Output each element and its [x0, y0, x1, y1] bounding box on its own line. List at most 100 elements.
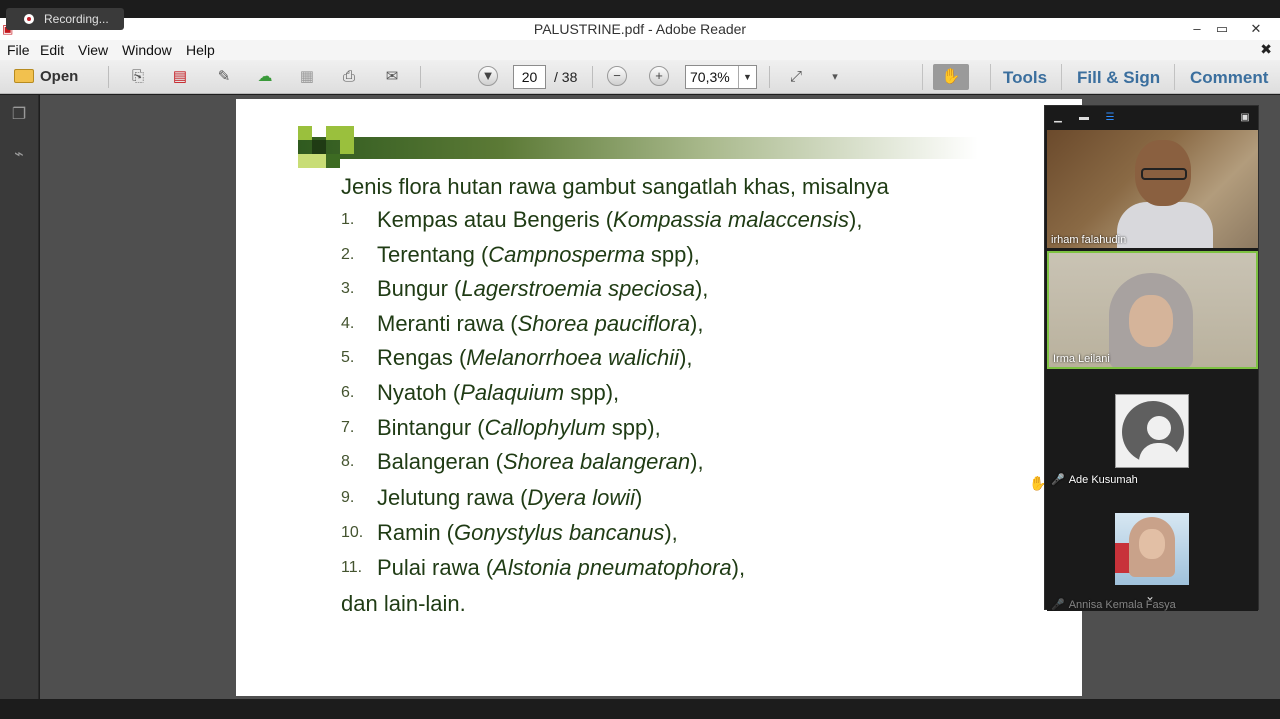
common-name: Ramin ( [377, 520, 455, 545]
export-pdf-icon[interactable]: ▤ [168, 66, 192, 88]
list-item-number: 5. [341, 349, 355, 366]
list-item-number: 6. [341, 384, 355, 401]
participant-name: irham falahudin [1051, 234, 1127, 246]
common-name: Kempas atau Bengeris ( [377, 207, 614, 232]
avatar-body [1139, 443, 1179, 465]
fill-sign-pane-button[interactable]: Fill & Sign [1077, 68, 1160, 88]
common-name: Rengas ( [377, 345, 467, 370]
menu-bar: File Edit View Window Help ✖ [0, 40, 1280, 60]
participant-tile[interactable]: 🎤 Ade Kusumah [1047, 372, 1258, 490]
page-thumbnails-icon[interactable]: ❐ [9, 105, 29, 125]
name-suffix: spp), [644, 242, 700, 267]
menu-window[interactable]: Window [122, 42, 172, 58]
attachments-icon[interactable]: ⌁ [9, 145, 29, 165]
toolbar-divider [1174, 64, 1175, 90]
common-name: Terentang ( [377, 242, 489, 267]
list-item-number: 9. [341, 489, 355, 506]
name-suffix: ) [635, 485, 643, 510]
participant-tile[interactable]: irham falahudin [1047, 130, 1258, 248]
upload-cloud-icon[interactable]: ☁ [253, 66, 277, 88]
chevron-down-icon[interactable]: ▼ [738, 66, 756, 88]
gallery-view-icon[interactable]: ☰ [1103, 112, 1117, 124]
participant-name: Ade Kusumah [1068, 474, 1138, 486]
list-item-text: Balangeran (Shorea balangeran), [377, 449, 704, 475]
recording-indicator[interactable]: Recording... [6, 8, 124, 30]
record-icon [24, 14, 34, 24]
minimize-button[interactable]: – [1183, 20, 1211, 38]
toolbar-divider [769, 66, 770, 88]
slide-lead-text: Jenis flora hutan rawa gambut sangatlah … [341, 174, 889, 199]
participant-label: 🎤 Annisa Kemala Fasya [1051, 598, 1176, 611]
list-item-number: 11. [341, 559, 363, 576]
default-avatar-icon [1115, 394, 1189, 468]
comment-pane-button[interactable]: Comment [1190, 68, 1268, 88]
name-suffix: ), [664, 520, 678, 545]
menu-file[interactable]: File [7, 42, 30, 58]
name-suffix: spp), [564, 380, 620, 405]
zoom-select[interactable]: 70,3% ▼ [685, 65, 757, 89]
common-name: Pulai rawa ( [377, 555, 494, 580]
toolbar-divider [592, 66, 593, 88]
minimize-video-icon[interactable]: ▁ [1051, 112, 1065, 124]
create-pdf-icon[interactable]: ⎘ [126, 66, 150, 88]
hand-tool-icon[interactable]: ✋ [933, 64, 969, 90]
page-number-input[interactable]: 20 [513, 65, 546, 89]
scientific-name: Kompassia malaccensis [613, 207, 850, 232]
restore-button[interactable]: ▭ [1208, 20, 1236, 38]
participant-label: 🎤 Ade Kusumah [1051, 473, 1138, 486]
tools-pane-button[interactable]: Tools [1003, 68, 1047, 88]
open-button[interactable]: Open [14, 66, 94, 88]
video-conference-panel: ▁ ▬ ☰ ▣ irham falahudin Irma Leilani 🎤 Ad… [1044, 105, 1259, 611]
name-suffix: ), [694, 276, 709, 301]
mic-muted-icon: 🎤 [1051, 474, 1065, 486]
common-name: Nyatoh ( [377, 380, 461, 405]
email-icon[interactable]: ✉ [380, 66, 404, 88]
window-title: PALUSTRINE.pdf - Adobe Reader [533, 21, 747, 37]
name-suffix: ), [690, 449, 704, 474]
mic-muted-icon: 🎤 [1051, 599, 1065, 611]
save-icon[interactable]: ▦ [295, 66, 319, 88]
zoom-out-icon[interactable]: − [607, 66, 627, 86]
name-suffix: ), [690, 311, 704, 336]
list-item-text: Terentang (Campnosperma spp), [377, 242, 700, 268]
single-view-icon[interactable]: ▬ [1077, 112, 1091, 124]
list-item-number: 7. [341, 419, 355, 436]
list-item-number: 8. [341, 453, 355, 470]
name-suffix: ), [849, 207, 863, 232]
menu-edit[interactable]: Edit [40, 42, 64, 58]
decor-square [326, 126, 354, 140]
scientific-name: Palaquium [460, 380, 565, 405]
chevron-down-icon[interactable]: ⌄ [1145, 589, 1155, 603]
list-item-number: 2. [341, 246, 355, 263]
participant-name: Irma Leilani [1053, 353, 1110, 365]
list-item-number: 3. [341, 280, 355, 297]
toolbar-divider [108, 66, 109, 88]
pdf-page: Jenis flora hutan rawa gambut sangatlah … [236, 99, 1082, 696]
toolbar-divider [990, 64, 991, 90]
participant-video [1129, 295, 1173, 347]
screen-top-bar [0, 0, 1280, 18]
menu-help[interactable]: Help [186, 42, 215, 58]
fit-page-icon[interactable]: ⤢ [784, 66, 808, 88]
common-name: Jelutung rawa ( [377, 485, 528, 510]
menu-view[interactable]: View [78, 42, 108, 58]
list-item-text: Pulai rawa (Alstonia pneumatophora), [377, 555, 745, 581]
list-item-text: Bungur (Lagerstroemia speciosa), [377, 276, 708, 302]
window-titlebar: ▣ PALUSTRINE.pdf - Adobe Reader – ▭ ✕ [0, 18, 1280, 40]
avatar-head [1147, 416, 1171, 440]
zoom-in-icon[interactable]: + [649, 66, 669, 86]
print-icon[interactable]: ⎙ [337, 66, 361, 88]
scientific-name: Gonystylus bancanus [454, 520, 665, 545]
scientific-name: Alstonia pneumatophora [493, 555, 732, 580]
next-page-icon[interactable]: ▼ [478, 66, 498, 86]
close-document-icon[interactable]: ✖ [1260, 41, 1272, 58]
customize-toolbar-icon[interactable]: ▾ [823, 66, 847, 88]
folder-icon [14, 69, 34, 83]
slide-header-band [298, 137, 978, 159]
scientific-name: Shorea pauciflora [517, 311, 691, 336]
toolbar-divider [420, 66, 421, 88]
edit-pdf-icon[interactable]: ✎ [212, 66, 236, 88]
participant-tile-active-speaker[interactable]: Irma Leilani [1047, 251, 1258, 369]
close-window-button[interactable]: ✕ [1242, 20, 1270, 38]
exit-mini-view-icon[interactable]: ▣ [1238, 112, 1252, 124]
